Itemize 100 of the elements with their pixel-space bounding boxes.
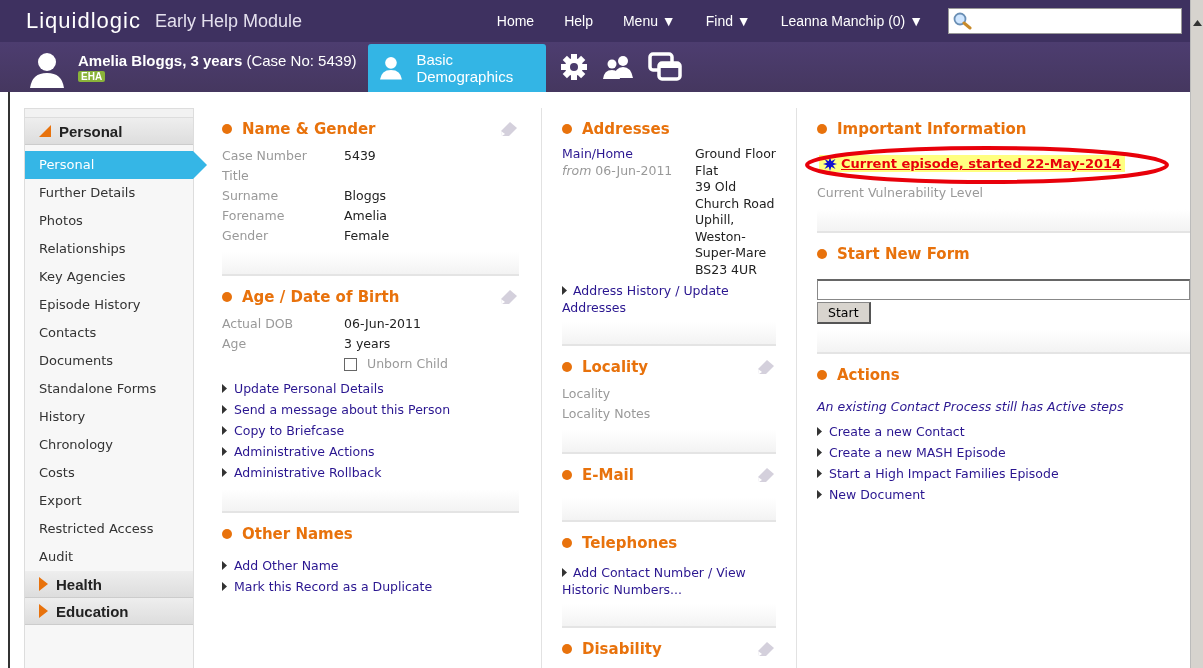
bullet-icon [817, 248, 827, 259]
starburst-icon [823, 156, 837, 171]
bullet-icon [562, 644, 572, 654]
start-button[interactable]: Start [817, 301, 871, 324]
eraser-icon[interactable] [499, 120, 519, 138]
field-value: Amelia [344, 207, 389, 225]
action-link[interactable]: Mark this Record as a Duplicate [222, 576, 519, 597]
triangle-icon [562, 286, 567, 295]
field-label: Locality [562, 385, 612, 403]
field-label: Current Vulnerability Level [817, 183, 984, 202]
nav-link[interactable]: Find ▼ [690, 13, 766, 29]
action-link[interactable]: Update Personal Details [222, 378, 519, 399]
person-icon [380, 54, 403, 82]
sidebar-item[interactable]: Export [25, 487, 193, 515]
sidebar-item[interactable]: Audit [25, 543, 193, 571]
action-link[interactable]: New Document [817, 483, 1190, 505]
triangle-icon [817, 426, 822, 436]
action-link[interactable]: Administrative Rollback [222, 462, 519, 483]
action-link[interactable]: Address History / Update Addresses [562, 282, 776, 316]
section-title: Actions [837, 365, 900, 384]
scroll-up-icon[interactable] [1192, 20, 1202, 26]
field-value: 06-Jun-2011 [344, 315, 422, 333]
action-link[interactable]: Add Contact Number / View Historic Numbers... [562, 564, 776, 598]
field-value: 3 years [344, 335, 392, 353]
sidebar-item[interactable]: History [25, 403, 193, 431]
section-title: Locality [582, 358, 649, 376]
form-input-field[interactable] [817, 278, 1190, 300]
pointer-arrow [193, 151, 207, 179]
scrollbar[interactable] [1190, 0, 1203, 668]
action-link[interactable]: Create a new MASH Episode [817, 441, 1190, 463]
address-line: Church Road [694, 195, 776, 212]
sidebar-item[interactable]: Episode History [25, 291, 193, 319]
sidebar-item[interactable]: Relationships [25, 235, 193, 263]
sidebar-item[interactable]: Standalone Forms [25, 375, 193, 403]
search-field[interactable] [948, 8, 1182, 34]
checkbox[interactable] [344, 357, 357, 371]
person-icon [30, 52, 64, 88]
sidebar-item[interactable]: Contacts [25, 319, 193, 347]
sidebar-group-header[interactable]: Personal [25, 118, 193, 145]
address-line: Flat [694, 162, 720, 179]
sidebar-item[interactable]: Restricted Access [25, 515, 193, 543]
address-date: from 06-Jun-2011 [562, 162, 673, 179]
eraser-icon[interactable] [756, 640, 776, 658]
bullet-icon [222, 124, 232, 134]
sidebar-group-header[interactable]: Education [25, 598, 193, 625]
triangle-icon [222, 426, 227, 435]
nav-link[interactable]: Menu ▼ [607, 13, 691, 29]
address-line: Ground Floor [694, 146, 776, 163]
triangle-icon [817, 447, 822, 457]
sidebar-item[interactable]: Chronology [25, 431, 193, 459]
nav-link[interactable]: Help [549, 13, 608, 29]
section-title: Other Names [242, 525, 353, 543]
notice-text: An existing Contact Process still has Active steps [817, 397, 1125, 416]
settings-icon[interactable] [560, 53, 589, 81]
triangle-icon [817, 468, 822, 478]
people-icon[interactable] [602, 54, 635, 80]
action-link[interactable]: Start a High Impact Families Episode [817, 462, 1190, 484]
sidebar-item[interactable]: Documents [25, 347, 193, 375]
field-label: Surname [222, 187, 280, 205]
action-link[interactable]: Copy to Briefcase [222, 420, 519, 441]
triangle-icon [222, 447, 227, 456]
section-title: Addresses [582, 120, 670, 138]
address-type: Main/Home [562, 146, 634, 163]
action-link[interactable]: Create a new Contact [817, 420, 1190, 442]
logo: Liquidlogic [26, 8, 141, 34]
sidebar-group-header[interactable]: Health [25, 571, 193, 598]
sidebar-item[interactable]: Photos [25, 207, 193, 235]
action-link[interactable]: Add Other Name [222, 555, 519, 576]
section-title: Start New Form [837, 244, 970, 263]
field-label: Locality Notes [562, 405, 651, 423]
address-line: 39 Old [694, 179, 738, 196]
triangle-icon [222, 582, 227, 591]
action-link[interactable]: Administrative Actions [222, 441, 519, 462]
triangle-icon [222, 561, 227, 570]
alert-link[interactable]: Current episode, started 22-May-2014 [819, 155, 1126, 172]
eraser-icon[interactable] [499, 288, 519, 306]
bullet-icon [222, 292, 232, 302]
eraser-icon[interactable] [756, 358, 776, 376]
triangle-icon [222, 384, 227, 393]
address-line: BS23 4UR [694, 261, 758, 278]
bullet-icon [817, 124, 827, 134]
sidebar-item[interactable]: Key Agencies [25, 263, 193, 291]
sidebar-item[interactable]: Costs [25, 459, 193, 487]
nav-link[interactable]: Home [481, 13, 550, 29]
bullet-icon [817, 369, 827, 380]
action-link[interactable]: Send a message about this Person [222, 399, 519, 420]
eraser-icon[interactable] [756, 466, 776, 484]
search-icon [952, 12, 972, 30]
field-label: Forename [222, 207, 286, 225]
section-title: Age / Date of Birth [242, 288, 400, 306]
collapsed-triangle-icon [39, 604, 48, 618]
nav-link[interactable]: Leanna Manchip (0) ▼ [765, 13, 938, 29]
sidebar-item[interactable]: Further Details [25, 179, 193, 207]
bullet-icon [562, 470, 572, 480]
triangle-icon [562, 568, 567, 577]
field-value: 5439 [344, 147, 377, 165]
windows-icon[interactable] [648, 52, 683, 82]
bullet-icon [222, 529, 232, 539]
address-line: Uphill, [694, 212, 736, 229]
field-label: Gender [222, 227, 270, 245]
